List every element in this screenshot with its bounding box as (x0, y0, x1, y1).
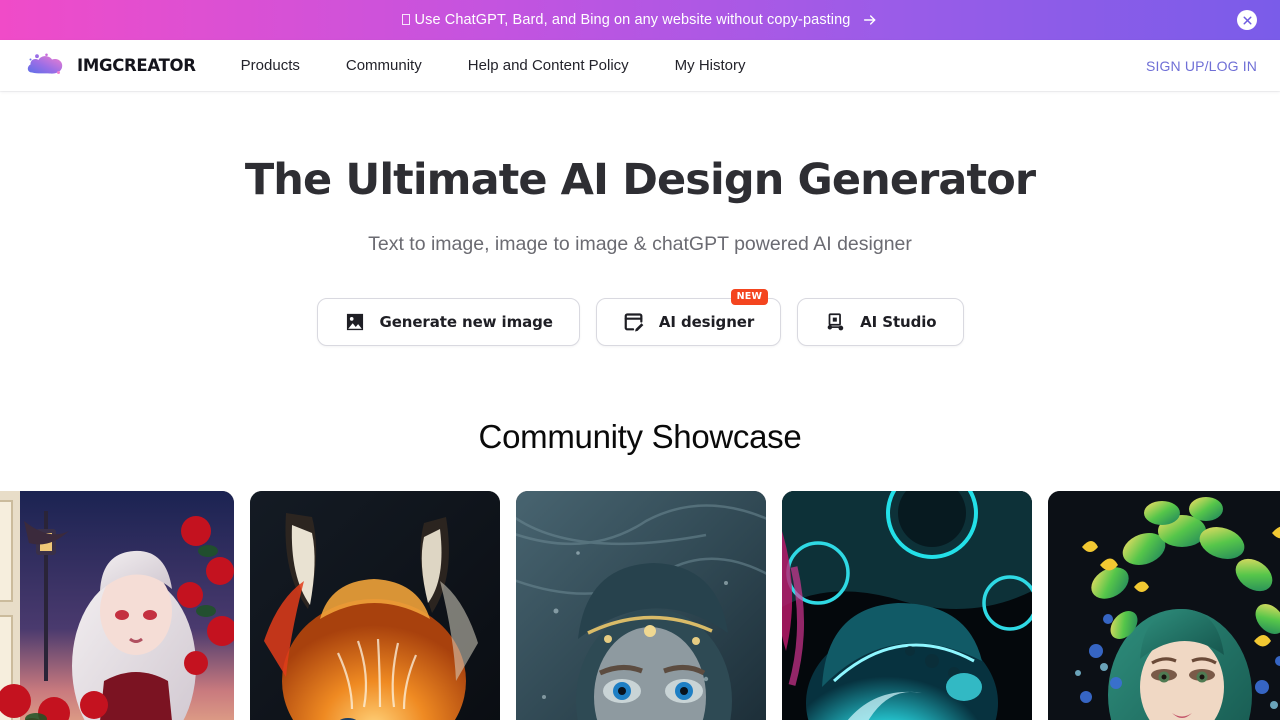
brand-wordmark: IMGCREATOR (77, 56, 196, 75)
design-pencil-icon (623, 311, 645, 333)
nav-item-my-history[interactable]: My History (664, 51, 757, 80)
ai-designer-label: AI designer (658, 313, 755, 332)
nav-item-help-and-content-policy[interactable]: Help and Content Policy (457, 51, 640, 80)
showcase-card-4[interactable] (782, 491, 1032, 720)
showcase-card-row (0, 491, 1280, 720)
promo-banner-link[interactable]: Use ChatGPT, Bard, and Bing on any websi… (401, 12, 879, 28)
showcase-card-5[interactable] (1048, 491, 1280, 720)
ai-designer-button[interactable]: NEW AI designer (595, 289, 782, 347)
page-title: The Ultimate AI Design Generator (244, 155, 1036, 205)
main-navigation: Products Community Help and Content Poli… (230, 51, 769, 80)
showcase-card-3[interactable] (516, 491, 766, 720)
image-icon (344, 311, 366, 333)
promo-banner: Use ChatGPT, Bard, and Bing on any websi… (0, 0, 1280, 40)
showcase-card-2[interactable] (250, 491, 500, 720)
site-header: IMGCREATOR Products Community Help and C… (0, 40, 1280, 91)
hero-section: The Ultimate AI Design Generator Text to… (0, 91, 1280, 347)
ai-studio-label: AI Studio (860, 313, 937, 332)
nav-item-community[interactable]: Community (335, 51, 433, 80)
showcase-heading: Community Showcase (478, 418, 802, 456)
promo-close-button[interactable] (1237, 10, 1257, 30)
transform-box-icon (824, 311, 846, 333)
hero-subtitle: Text to image, image to image & chatGPT … (368, 233, 912, 256)
community-showcase-section: Community Showcase (0, 418, 1280, 720)
logo-home-link[interactable]: IMGCREATOR (24, 52, 196, 80)
arrow-right-icon (862, 12, 878, 28)
sign-up-log-in-button[interactable]: SIGN UP/LOG IN (1146, 58, 1257, 74)
promo-banner-text: Use ChatGPT, Bard, and Bing on any websi… (401, 12, 851, 28)
new-badge: NEW (730, 289, 769, 306)
imgcreator-blob-logo-icon (24, 52, 68, 80)
missing-glyph-icon (401, 14, 410, 25)
generate-new-image-button[interactable]: Generate new image (316, 298, 580, 347)
generate-new-image-label: Generate new image (379, 313, 553, 332)
showcase-card-1[interactable] (0, 491, 234, 720)
cta-button-row: Generate new image NEW AI designer AI St… (0, 289, 1280, 347)
nav-item-products[interactable]: Products (230, 51, 311, 80)
ai-studio-button[interactable]: AI Studio (797, 298, 964, 347)
